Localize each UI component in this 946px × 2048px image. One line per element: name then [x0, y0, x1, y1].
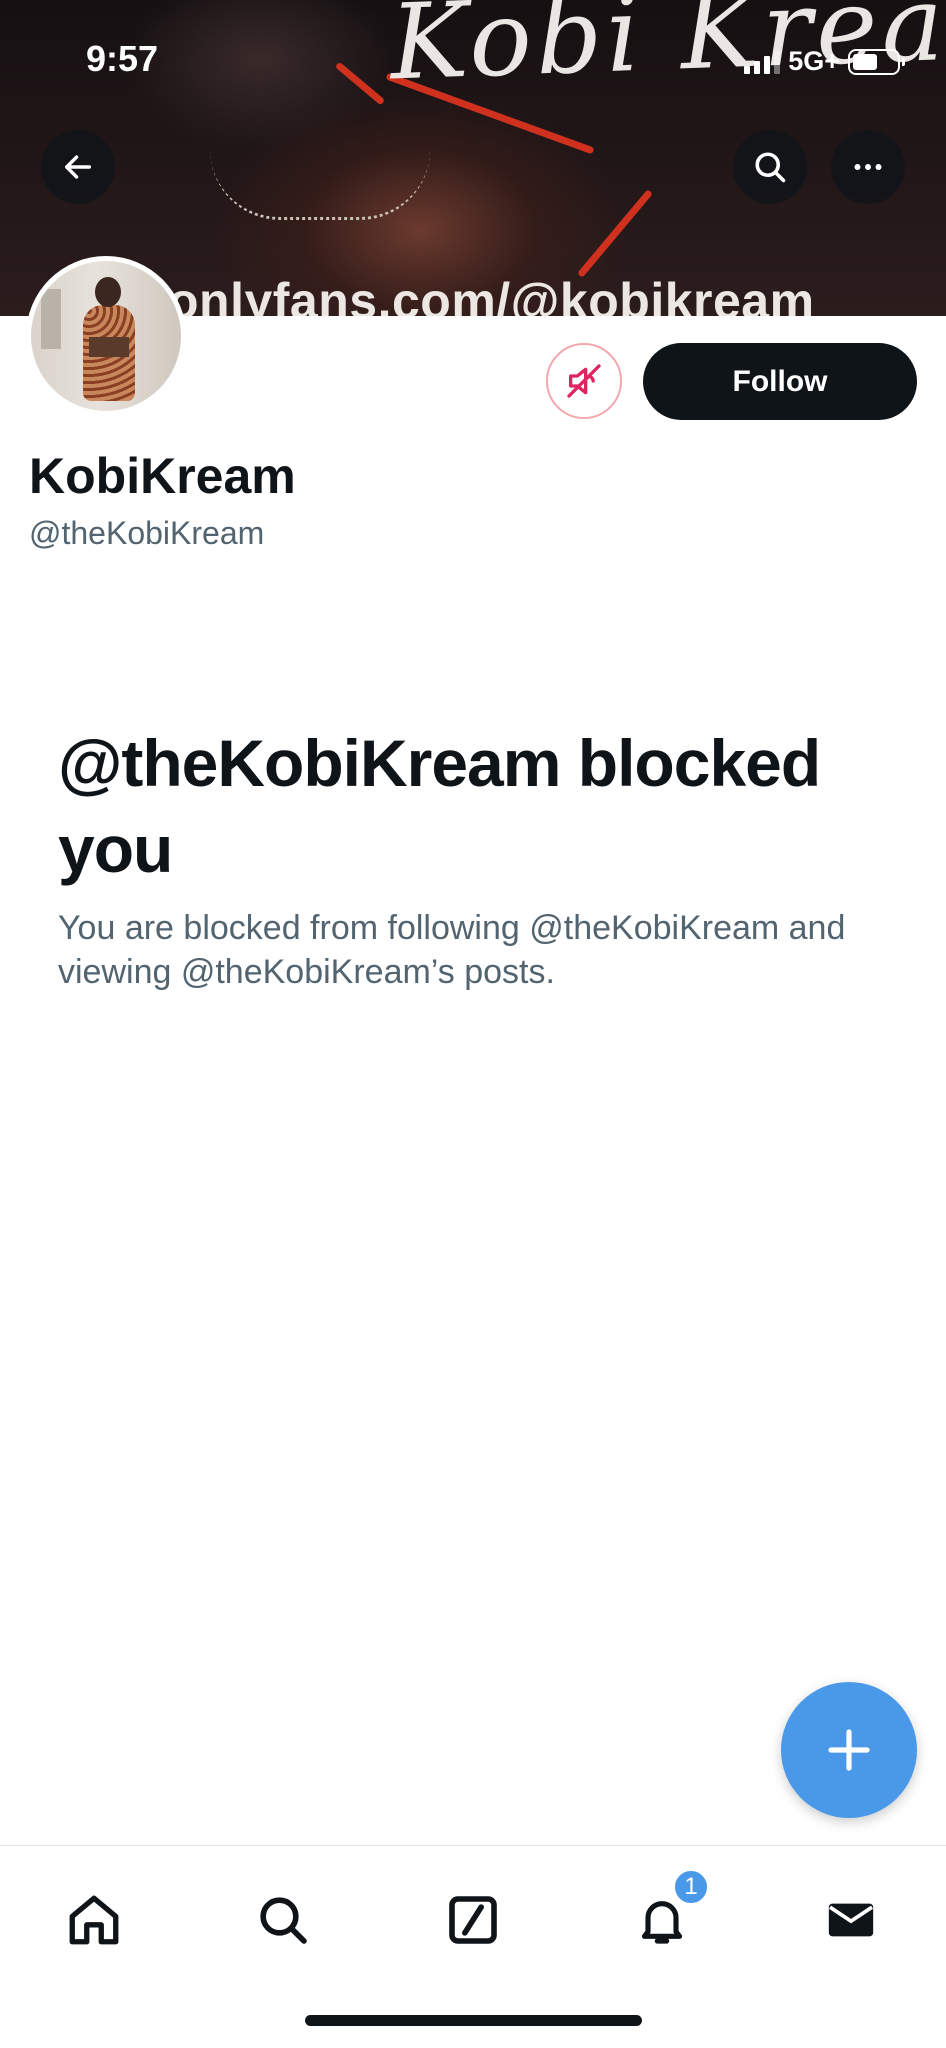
search-icon	[260, 1897, 307, 1944]
back-button[interactable]	[41, 130, 115, 204]
tab-home[interactable]	[54, 1880, 134, 1960]
battery-icon	[848, 48, 905, 75]
display-name: KobiKream	[29, 448, 296, 504]
home-icon	[69, 1895, 119, 1945]
tab-search[interactable]	[243, 1880, 323, 1960]
grok-icon	[449, 1896, 497, 1944]
profile-handle: @theKobiKream	[29, 515, 265, 551]
plus-icon	[828, 1729, 870, 1771]
network-type: 5G+	[788, 46, 840, 76]
tab-messages[interactable]	[811, 1880, 891, 1960]
tab-grok[interactable]	[433, 1880, 513, 1960]
more-button[interactable]	[831, 130, 905, 204]
back-arrow-icon	[64, 155, 92, 179]
home-indicator	[305, 2015, 642, 2026]
blocked-title: @theKobiKream blocked you	[58, 726, 821, 886]
search-icon	[755, 152, 786, 183]
search-button[interactable]	[733, 130, 807, 204]
notification-badge: 1	[672, 1868, 710, 1906]
signal-icon	[744, 50, 781, 74]
profile-page: Kobi Kream onlyfans.com/@kobikream 9:57 …	[0, 0, 946, 2048]
follow-button[interactable]: Follow	[643, 343, 917, 420]
status-time: 9:57	[86, 38, 159, 79]
avatar-image	[31, 261, 181, 411]
more-icon	[854, 164, 882, 170]
muted-speaker-icon	[567, 364, 601, 398]
banner-watermark: onlyfans.com/@kobikream	[168, 273, 815, 316]
status-indicators: 5G+	[744, 46, 905, 77]
blocked-description: You are blocked from following @theKobiK…	[58, 909, 846, 991]
mail-icon	[828, 1903, 874, 1937]
avatar[interactable]	[26, 256, 186, 416]
compose-post-button[interactable]	[781, 1682, 917, 1818]
unmute-button[interactable]	[546, 343, 622, 419]
